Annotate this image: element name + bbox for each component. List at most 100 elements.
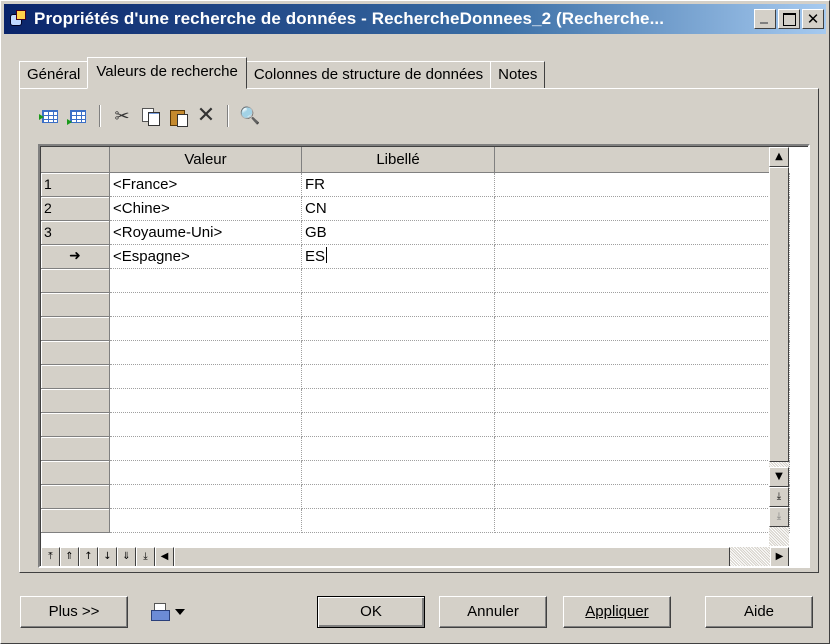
- tab-general[interactable]: Général: [19, 61, 89, 89]
- cell-libelle[interactable]: [302, 413, 495, 437]
- tab-valeurs-de-recherche[interactable]: Valeurs de recherche: [87, 57, 247, 89]
- cut-icon[interactable]: ✂: [111, 105, 133, 127]
- vertical-scrollbar[interactable]: ▲ ▼ ⤓ ⤓: [769, 147, 789, 546]
- cell-libelle[interactable]: [302, 317, 495, 341]
- row-header[interactable]: [41, 365, 110, 389]
- scroll-up-icon[interactable]: ▲: [769, 147, 789, 167]
- cell-empty[interactable]: [495, 197, 790, 221]
- cell-empty[interactable]: [495, 317, 790, 341]
- cell-empty[interactable]: [495, 245, 790, 269]
- cell-libelle-editor[interactable]: ES: [302, 245, 495, 269]
- more-button[interactable]: Plus >>: [20, 596, 128, 628]
- cell-valeur[interactable]: <Espagne>: [110, 245, 302, 269]
- move-up-icon[interactable]: ↑: [79, 547, 98, 566]
- cell-libelle[interactable]: [302, 509, 495, 533]
- row-header[interactable]: [41, 341, 110, 365]
- cell-valeur[interactable]: <Chine>: [110, 197, 302, 221]
- scroll-right-icon[interactable]: ▶: [770, 547, 789, 566]
- cancel-button[interactable]: Annuler: [439, 596, 547, 628]
- horizontal-scrollbar[interactable]: [174, 547, 770, 566]
- cell-empty[interactable]: [495, 365, 790, 389]
- cell-empty[interactable]: [495, 437, 790, 461]
- move-down-page-icon[interactable]: ⇓: [117, 547, 136, 566]
- lookup-values-grid[interactable]: Valeur Libellé 1 2 3 ➜ <France> FR <Chin…: [38, 144, 810, 568]
- print-menu-button[interactable]: [151, 599, 201, 625]
- cell-empty[interactable]: [495, 509, 790, 533]
- cell-valeur[interactable]: <Royaume-Uni>: [110, 221, 302, 245]
- row-header[interactable]: [41, 509, 110, 533]
- cell-valeur[interactable]: [110, 485, 302, 509]
- cell-empty[interactable]: [495, 485, 790, 509]
- cell-libelle[interactable]: GB: [302, 221, 495, 245]
- row-header[interactable]: [41, 293, 110, 317]
- cell-valeur[interactable]: [110, 437, 302, 461]
- cell-libelle[interactable]: [302, 437, 495, 461]
- current-row-arrow-icon[interactable]: ➜: [41, 245, 110, 269]
- cell-empty[interactable]: [495, 173, 790, 197]
- row-header[interactable]: [41, 317, 110, 341]
- cell-empty[interactable]: [495, 389, 790, 413]
- row-header[interactable]: 2: [41, 197, 110, 221]
- cell-valeur[interactable]: [110, 461, 302, 485]
- cell-empty[interactable]: [495, 461, 790, 485]
- row-header[interactable]: [41, 437, 110, 461]
- move-up-page-icon[interactable]: ⇑: [60, 547, 79, 566]
- tab-colonnes-de-structure[interactable]: Colonnes de structure de données: [245, 61, 492, 89]
- cell-libelle[interactable]: [302, 341, 495, 365]
- cell-empty[interactable]: [495, 221, 790, 245]
- cell-libelle[interactable]: [302, 485, 495, 509]
- paste-icon[interactable]: [167, 105, 189, 127]
- cell-libelle[interactable]: [302, 389, 495, 413]
- cell-valeur[interactable]: [110, 389, 302, 413]
- copy-icon[interactable]: [139, 105, 161, 127]
- row-header[interactable]: [41, 485, 110, 509]
- tab-notes[interactable]: Notes: [490, 61, 546, 89]
- cell-valeur[interactable]: [110, 293, 302, 317]
- cell-valeur[interactable]: [110, 317, 302, 341]
- column-header-libelle[interactable]: Libellé: [302, 147, 495, 173]
- cell-valeur[interactable]: [110, 413, 302, 437]
- row-header[interactable]: [41, 269, 110, 293]
- cell-empty[interactable]: [495, 293, 790, 317]
- title-bar[interactable]: Propriétés d'une recherche de données - …: [4, 4, 826, 34]
- maximize-button[interactable]: [778, 9, 800, 29]
- cell-libelle[interactable]: [302, 461, 495, 485]
- find-icon[interactable]: 🔍: [239, 105, 261, 127]
- cell-libelle[interactable]: FR: [302, 173, 495, 197]
- cell-valeur[interactable]: [110, 269, 302, 293]
- delete-icon[interactable]: ✕: [195, 105, 217, 127]
- cell-valeur[interactable]: <France>: [110, 173, 302, 197]
- cell-valeur[interactable]: [110, 341, 302, 365]
- cell-empty[interactable]: [495, 413, 790, 437]
- cell-libelle[interactable]: [302, 365, 495, 389]
- cell-valeur[interactable]: [110, 509, 302, 533]
- cell-libelle[interactable]: [302, 293, 495, 317]
- ok-button[interactable]: OK: [317, 596, 425, 628]
- scroll-left-icon[interactable]: ◀: [155, 547, 174, 566]
- add-row-icon[interactable]: [67, 105, 89, 127]
- move-to-top-icon[interactable]: ⤒: [41, 547, 60, 566]
- page-down-icon[interactable]: ⤓: [769, 487, 789, 507]
- apply-button[interactable]: Appliquer: [563, 596, 671, 628]
- row-header[interactable]: [41, 413, 110, 437]
- cell-libelle[interactable]: CN: [302, 197, 495, 221]
- cell-libelle[interactable]: [302, 269, 495, 293]
- move-down-icon[interactable]: ↓: [98, 547, 117, 566]
- row-header[interactable]: [41, 461, 110, 485]
- cell-empty[interactable]: [495, 341, 790, 365]
- scroll-to-end-icon[interactable]: ⤓: [769, 507, 789, 527]
- cell-empty[interactable]: [495, 269, 790, 293]
- column-header-valeur[interactable]: Valeur: [110, 147, 302, 173]
- horizontal-scroll-thumb[interactable]: [174, 547, 730, 566]
- row-header[interactable]: 1: [41, 173, 110, 197]
- cell-valeur[interactable]: [110, 365, 302, 389]
- move-to-bottom-icon[interactable]: ⤓: [136, 547, 155, 566]
- vertical-scroll-thumb[interactable]: [769, 167, 789, 462]
- close-button[interactable]: ✕: [802, 9, 824, 29]
- row-header[interactable]: [41, 389, 110, 413]
- insert-row-icon[interactable]: [39, 105, 61, 127]
- minimize-button[interactable]: [754, 9, 776, 29]
- row-header[interactable]: 3: [41, 221, 110, 245]
- scroll-down-icon[interactable]: ▼: [769, 467, 789, 487]
- help-button[interactable]: Aide: [705, 596, 813, 628]
